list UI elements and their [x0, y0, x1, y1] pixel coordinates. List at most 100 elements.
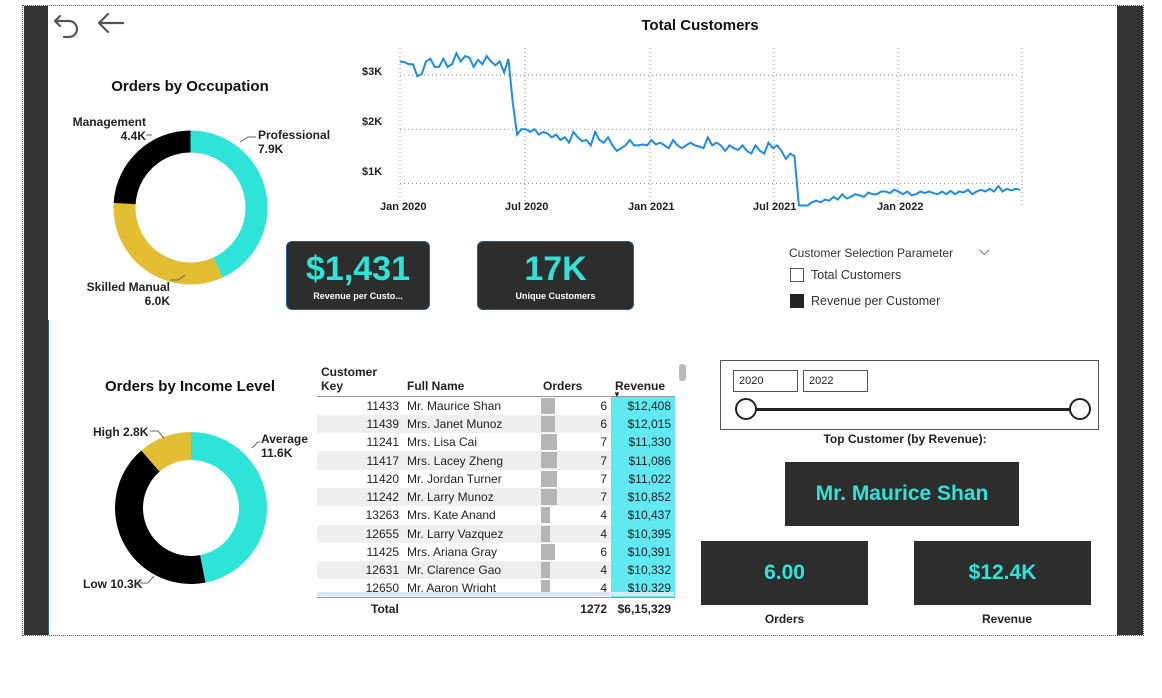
year-from-input[interactable]: 2020	[733, 370, 798, 392]
parameter-title: Customer Selection Parameter	[789, 246, 954, 260]
table-row[interactable]: 12655 Mr. Larry Vazquez 4 $10,395	[317, 524, 675, 543]
top-customer-name: Mr. Maurice Shan	[785, 462, 1019, 526]
orders-bar	[541, 452, 557, 469]
occupation-label-management: Management 4.4K	[72, 115, 146, 143]
kpi-unique-customers[interactable]: 17K Unique Customers	[477, 241, 634, 310]
y-tick: $3K	[362, 66, 383, 78]
orders-bar	[541, 434, 557, 451]
occupation-slice-skilled-manual[interactable]	[113, 202, 223, 285]
total-label: Total	[317, 597, 403, 620]
slider-handle-start[interactable]	[735, 398, 757, 420]
arrow-left-icon[interactable]	[95, 10, 125, 40]
orders-cell: 6	[539, 414, 611, 434]
table-row[interactable]: 13263 Mrs. Kate Anand 4 $10,437	[317, 506, 675, 525]
slider-handle-end[interactable]	[1069, 398, 1091, 420]
customer-key-cell: 11433	[366, 398, 399, 413]
undo-icon[interactable]	[52, 10, 82, 40]
table-row[interactable]: 11420 Mr. Jordan Turner 7 $11,022	[317, 469, 675, 488]
customer-key-cell: 12655	[317, 524, 403, 543]
revenue-cell: $12,408	[611, 396, 675, 415]
top-customer-caption: Top Customer (by Revenue):	[823, 432, 987, 446]
table-row[interactable]: 11241 Mrs. Lisa Cai 7 $11,330	[317, 433, 675, 452]
selection-edge	[48, 320, 49, 635]
income-donut[interactable]	[115, 432, 267, 584]
income-label-high: High 2.8K	[93, 425, 149, 439]
orders-bar	[541, 543, 555, 560]
sort-desc-icon: ▼	[613, 390, 621, 399]
year-to-input[interactable]: 2022	[803, 370, 868, 392]
orders-cell: 4	[539, 524, 611, 543]
customer-key-cell: 11242	[317, 487, 403, 507]
table-row[interactable]: 11242 Mr. Larry Munoz 7 $10,852	[317, 487, 675, 507]
x-tick: Jan 2020	[380, 201, 427, 213]
kpi-unique-label: Unique Customers	[515, 291, 596, 301]
right-panel	[1117, 6, 1143, 635]
table-row[interactable]: 11433 Mr. Maurice Shan 6 $12,408	[317, 396, 675, 415]
col-full-name[interactable]: Full Name	[403, 362, 539, 397]
occupation-label-skilled-manual: Skilled Manual 6.0K	[86, 280, 170, 308]
full-name-cell: Mr. Jordan Turner	[407, 471, 502, 486]
revenue-cell: $10,437	[611, 506, 675, 525]
full-name-cell: Mrs. Ariana Gray	[407, 545, 498, 560]
option-total-customers[interactable]: Total Customers	[811, 268, 901, 282]
table-scrollbar[interactable]	[679, 364, 686, 381]
top-customer-orders: 6.00	[701, 541, 868, 605]
left-panel	[24, 6, 48, 635]
occupation-slice-professional[interactable]	[190, 130, 268, 278]
customer-key-cell: 11420	[366, 471, 399, 486]
checkbox-total-customers[interactable]	[790, 268, 804, 282]
year-range-slicer: 2020 2022	[720, 360, 1099, 430]
total-customers-line-chart[interactable]	[350, 40, 1040, 225]
customer-key-cell: 11425	[366, 545, 399, 560]
x-tick: Jan 2021	[628, 201, 675, 213]
total-orders: 1272	[539, 597, 611, 620]
orders-bar	[541, 415, 555, 432]
kpi-revenue-per-customer[interactable]: $1,431 Revenue per Custo...	[286, 241, 430, 310]
revenue-cell: $11,086	[611, 451, 675, 470]
orders-bar	[541, 525, 551, 542]
revenue-cell: $11,330	[611, 433, 675, 452]
col-revenue[interactable]: Revenue ▼	[611, 362, 675, 399]
chevron-down-icon[interactable]: ⌵	[979, 242, 990, 259]
x-tick: Jan 2022	[877, 201, 924, 213]
table-row[interactable]: 12631 Mr. Clarence Gao 4 $10,332	[317, 561, 675, 580]
top-customer-orders-label: Orders	[764, 612, 805, 626]
table-hscrollbar[interactable]	[317, 592, 674, 596]
option-revenue-per-customer[interactable]: Revenue per Customer	[811, 294, 940, 308]
full-name-cell: Mr. Larry Vazquez	[403, 524, 539, 543]
full-name-cell: Mrs. Kate Anand	[407, 508, 496, 523]
customer-key-cell: 11241	[366, 435, 399, 450]
revenue-cell: $10,395	[611, 524, 675, 543]
full-name-cell: Mr. Clarence Gao	[403, 561, 539, 580]
line-chart-title: Total Customers	[641, 17, 759, 34]
x-tick: Jul 2021	[753, 201, 797, 213]
top-customer-revenue: $12.4K	[914, 541, 1091, 605]
table-row[interactable]: 11425 Mrs. Ariana Gray 6 $10,391	[317, 542, 675, 562]
table-row[interactable]: 11439 Mrs. Janet Munoz 6 $12,015	[317, 414, 675, 434]
kpi-revenue-value: $1,431	[306, 250, 410, 288]
orders-cell: 4	[539, 561, 611, 580]
col-orders[interactable]: Orders	[539, 362, 611, 397]
orders-bar	[541, 470, 557, 487]
full-name-cell: Mrs. Lisa Cai	[407, 435, 478, 450]
orders-bar	[541, 507, 551, 524]
income-slice-average[interactable]	[191, 432, 267, 583]
checkbox-revenue-per-customer[interactable]	[790, 294, 804, 308]
y-tick: $2K	[362, 116, 383, 128]
orders-cell: 7	[539, 470, 611, 488]
customer-key-cell: 11417	[317, 451, 403, 470]
x-tick: Jul 2020	[505, 201, 549, 213]
customer-key-cell: 13263	[365, 508, 399, 523]
revenue-cell: $10,852	[611, 487, 675, 507]
revenue-cell: $10,332	[611, 561, 675, 580]
table-row[interactable]: 11417 Mrs. Lacey Zheng 7 $11,086	[317, 451, 675, 470]
occupation-chart-title: Orders by Occupation	[111, 78, 269, 95]
col-customer-key[interactable]: Customer Key	[317, 362, 403, 397]
orders-cell: 6	[539, 397, 611, 415]
occupation-donut[interactable]	[113, 130, 268, 285]
top-customer-revenue-label: Revenue	[981, 612, 1033, 626]
full-name-cell: Mrs. Lacey Zheng	[403, 451, 539, 470]
orders-cell: 7	[539, 487, 611, 507]
full-name-cell: Mrs. Janet Munoz	[403, 414, 539, 434]
slider-track	[746, 408, 1081, 411]
